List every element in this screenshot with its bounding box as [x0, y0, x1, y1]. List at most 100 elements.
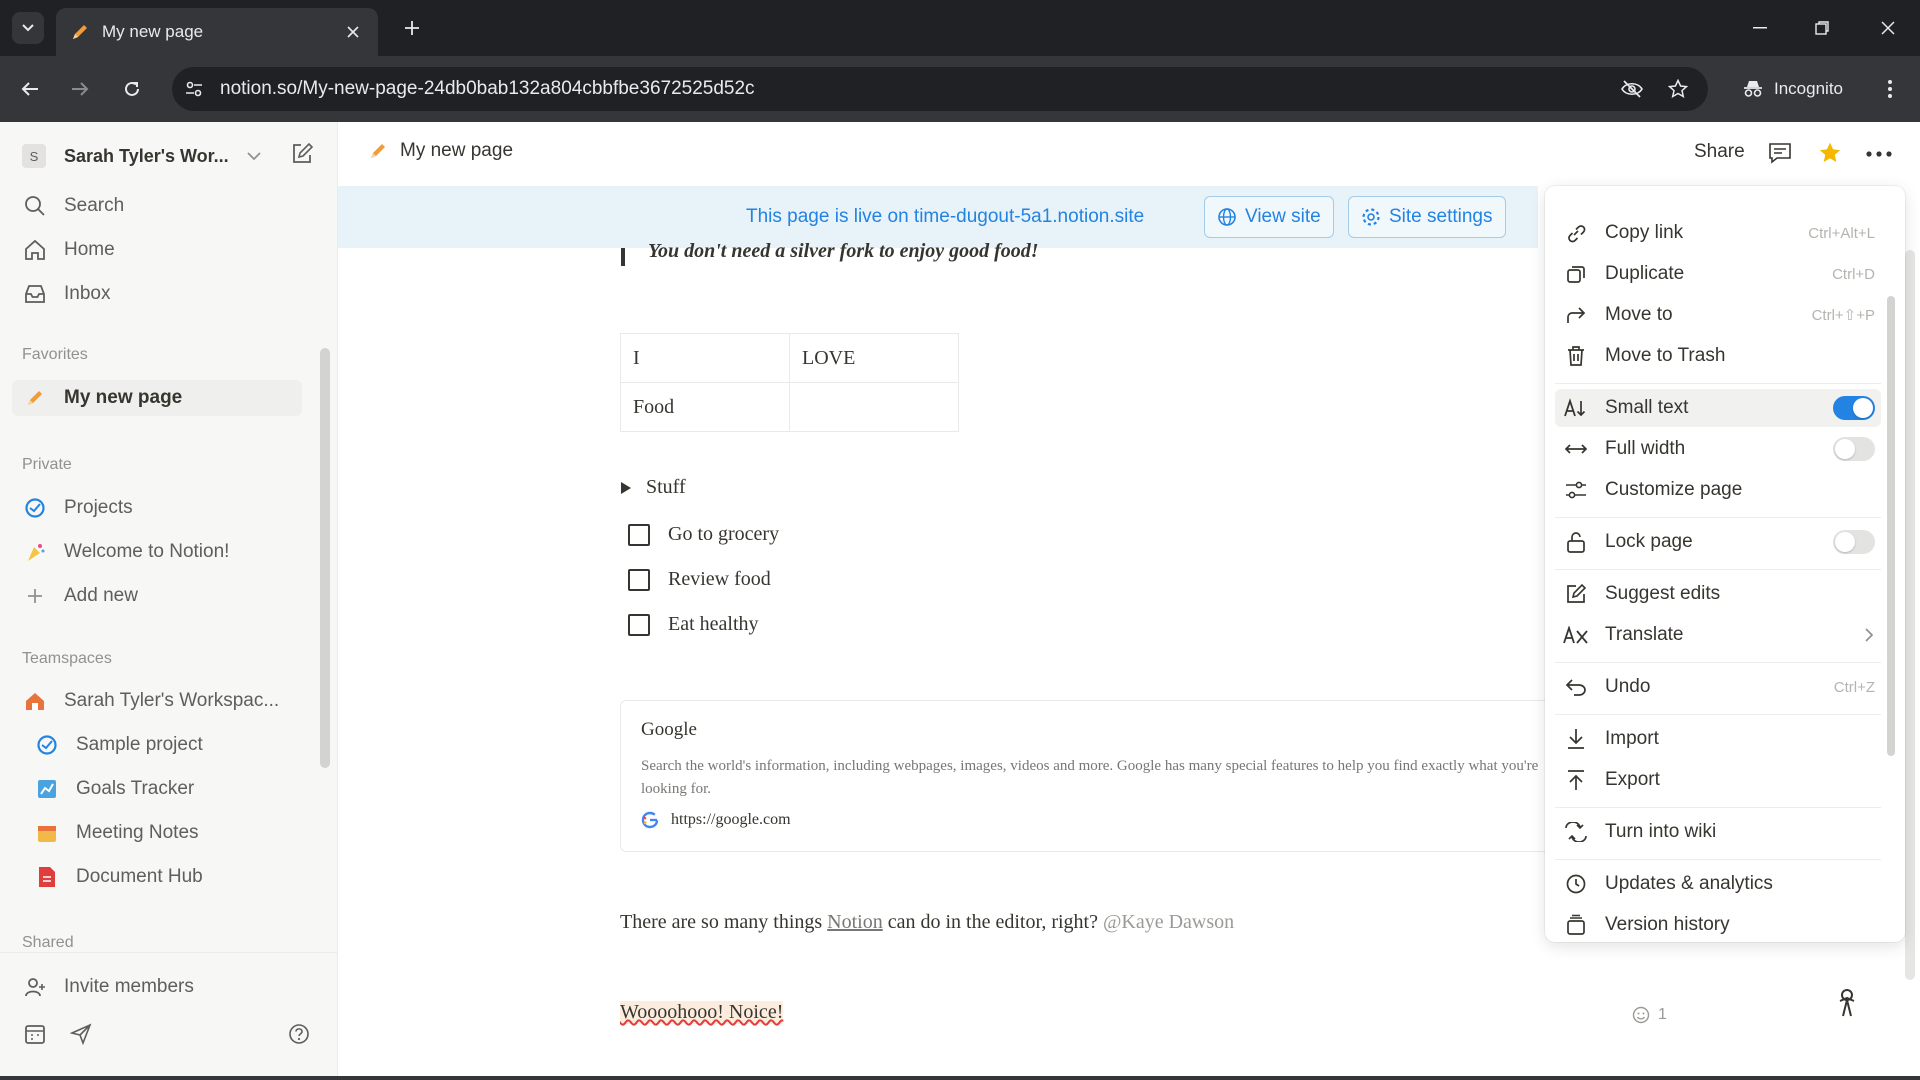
comments-icon[interactable] [1768, 142, 1792, 164]
notion-ai-icon[interactable] [1830, 986, 1864, 1020]
quote-block[interactable]: You don't need a silver fork to enjoy go… [648, 240, 1039, 263]
sidebar-item-sample-project[interactable]: Sample project [22, 727, 312, 763]
more-horizontal-icon[interactable] [1866, 151, 1892, 157]
inline-link[interactable]: Notion [827, 911, 883, 933]
bookmark-description: Search the world's information, includin… [641, 758, 1539, 797]
calendar-app-icon[interactable] [24, 1023, 46, 1045]
menu-scrollbar[interactable] [1887, 296, 1895, 756]
font-option-mono[interactable]: Mono [1802, 186, 1840, 202]
forward-button[interactable] [64, 73, 96, 105]
favorites-heading[interactable]: Favorites [22, 346, 88, 364]
menu-label: Small text [1605, 397, 1689, 418]
font-option-default[interactable]: Default [1581, 186, 1629, 202]
send-icon[interactable] [70, 1023, 92, 1045]
tab-search-button[interactable] [12, 12, 44, 44]
sidebar-item-welcome[interactable]: Welcome to Notion! [22, 534, 312, 570]
sidebar-item-add-new[interactable]: Add new [22, 578, 312, 614]
menu-item-undo[interactable]: Undo Ctrl+Z [1555, 668, 1881, 706]
sidebar-item-projects[interactable]: Projects [22, 490, 312, 526]
restore-button[interactable] [1806, 14, 1838, 42]
favorite-star-icon[interactable] [1818, 141, 1842, 165]
menu-item-move-to-trash[interactable]: Move to Trash [1555, 337, 1881, 375]
todo-checkbox[interactable] [628, 523, 650, 546]
site-info-icon[interactable] [182, 77, 206, 101]
menu-item-import[interactable]: Import [1555, 720, 1881, 758]
tab-close-icon[interactable] [342, 21, 364, 43]
site-settings-button[interactable]: Site settings [1348, 196, 1506, 238]
sidebar-item-teamspace[interactable]: Sarah Tyler's Workspac... [22, 683, 312, 719]
toggle-block[interactable]: Stuff [620, 476, 686, 499]
full-width-toggle[interactable] [1833, 437, 1875, 461]
eye-off-icon[interactable] [1620, 77, 1644, 101]
sidebar-item-my-new-page[interactable]: My new page [12, 380, 302, 416]
shared-heading[interactable]: Shared [22, 934, 74, 952]
menu-item-copy-link[interactable]: Copy link Ctrl+Alt+L [1555, 214, 1881, 252]
invite-members-button[interactable]: Invite members [22, 969, 312, 1005]
bookmark-block[interactable]: Google Search the world's information, i… [620, 700, 1580, 852]
new-tab-button[interactable] [398, 14, 426, 42]
sidebar-item-inbox[interactable]: Inbox [22, 276, 312, 312]
lock-page-toggle[interactable] [1833, 530, 1875, 554]
sidebar-item-document-hub[interactable]: Document Hub [22, 859, 312, 895]
menu-item-version-history[interactable]: Version history [1555, 906, 1881, 942]
table-cell[interactable]: I [620, 333, 790, 383]
private-heading[interactable]: Private [22, 456, 72, 474]
text-paragraph[interactable]: There are so many things Notion can do i… [620, 911, 1234, 934]
view-site-button[interactable]: View site [1204, 196, 1334, 238]
sidebar-item-goals-tracker[interactable]: Goals Tracker [22, 771, 312, 807]
todo-checkbox[interactable] [628, 613, 650, 636]
menu-item-suggest-edits[interactable]: Suggest edits [1555, 575, 1881, 613]
menu-item-move-to[interactable]: Move to Ctrl+⇧+P [1555, 296, 1881, 334]
menu-item-turn-into-wiki[interactable]: Turn into wiki [1555, 813, 1881, 851]
page-scrollbar[interactable] [1905, 250, 1915, 980]
sidebar-item-search[interactable]: Search [22, 188, 312, 224]
todo-checkbox[interactable] [628, 568, 650, 591]
table-cell[interactable]: Food [620, 382, 790, 432]
sidebar-item-meeting-notes[interactable]: Meeting Notes [22, 815, 312, 851]
banner-text[interactable]: This page is live on time-dugout-5a1.not… [746, 206, 1144, 228]
sidebar-item-home[interactable]: Home [22, 232, 312, 268]
new-page-button[interactable] [290, 142, 314, 166]
bookmark-star-icon[interactable] [1666, 77, 1690, 101]
menu-item-export[interactable]: Export [1555, 761, 1881, 799]
small-text-toggle[interactable] [1833, 396, 1875, 420]
todo-label[interactable]: Eat healthy [668, 613, 759, 636]
todo-label[interactable]: Review food [668, 568, 771, 591]
sidebar-scrollbar[interactable] [320, 348, 330, 768]
table-cell[interactable]: LOVE [789, 333, 959, 383]
trash-icon [1563, 343, 1589, 369]
breadcrumb[interactable]: My new page [368, 140, 513, 162]
close-window-button[interactable] [1872, 14, 1904, 42]
share-button[interactable]: Share [1694, 141, 1745, 163]
menu-item-full-width[interactable]: Full width [1555, 430, 1881, 468]
menu-item-customize-page[interactable]: Customize page [1555, 471, 1881, 509]
browser-tab[interactable]: My new page [56, 8, 378, 56]
plus-icon [22, 583, 48, 609]
reaction-badge[interactable]: 1 [1632, 1006, 1667, 1024]
minimize-button[interactable] [1744, 14, 1776, 42]
incognito-badge[interactable]: Incognito [1726, 67, 1860, 111]
address-bar[interactable]: notion.so/My-new-page-24db0bab132a804cbb… [172, 67, 1708, 111]
bookmark-url-text: https://google.com [671, 811, 791, 828]
menu-item-lock-page[interactable]: Lock page [1555, 523, 1881, 561]
table-cell[interactable] [789, 382, 959, 432]
tab-title: My new page [102, 22, 204, 41]
reload-button[interactable] [116, 73, 148, 105]
todo-item: Review food [628, 568, 771, 591]
workspace-switcher[interactable]: S Sarah Tyler's Wor... [22, 140, 322, 172]
help-icon[interactable] [288, 1023, 310, 1045]
menu-item-duplicate[interactable]: Duplicate Ctrl+D [1555, 255, 1881, 293]
user-mention[interactable]: @Kaye Dawson [1103, 911, 1234, 933]
browser-menu-button[interactable] [1874, 73, 1906, 105]
menu-item-small-text[interactable]: Small text [1555, 389, 1881, 427]
highlighted-text[interactable]: Woooohooo! Noice! [620, 1001, 784, 1024]
sliders-icon [1563, 477, 1589, 503]
font-option-serif[interactable]: Serif [1700, 186, 1731, 202]
back-button[interactable] [14, 73, 46, 105]
menu-item-updates-analytics[interactable]: Updates & analytics [1555, 865, 1881, 903]
menu-item-translate[interactable]: Translate [1555, 616, 1881, 654]
quote-bar [621, 248, 625, 266]
todo-label[interactable]: Go to grocery [668, 523, 779, 546]
teamspaces-heading[interactable]: Teamspaces [22, 650, 112, 668]
sidebar-item-label: Goals Tracker [76, 778, 195, 799]
